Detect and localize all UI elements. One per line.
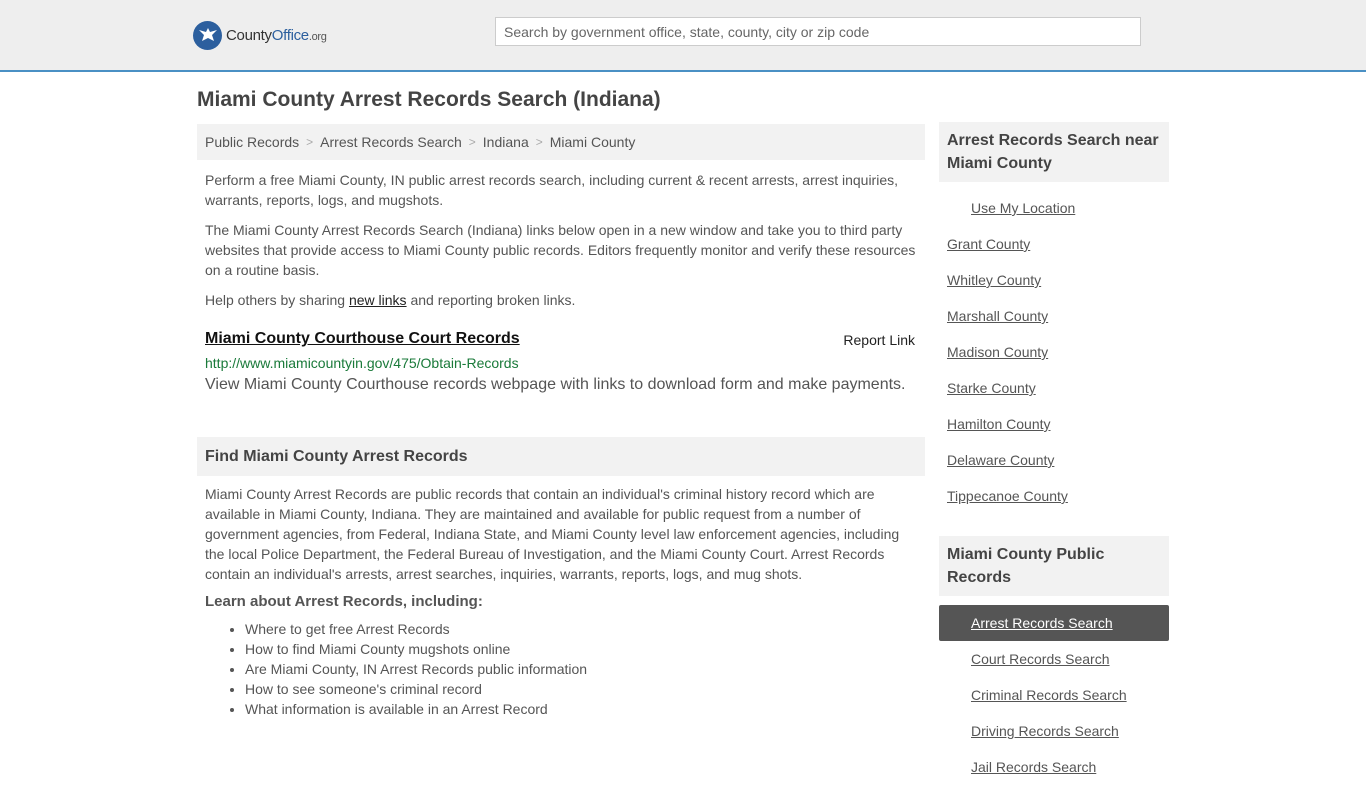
learn-heading: Learn about Arrest Records, including: [205,593,483,610]
site-logo[interactable]: CountyOffice.org [193,20,327,50]
record-title-link[interactable]: Miami County Courthouse Court Records [205,330,520,347]
sidebar-public-records: Miami County Public Records Arrest Recor… [939,536,1169,785]
record-description: View Miami County Courthouse records web… [205,376,906,393]
learn-list: Where to get free Arrest Records How to … [197,619,925,719]
sidebar-item-driving-records-search[interactable]: Driving Records Search [939,713,1169,749]
find-records-paragraph: Miami County Arrest Records are public r… [205,486,900,582]
sidebar-item-marshall-county[interactable]: Marshall County [939,298,1169,334]
find-records-heading: Find Miami County Arrest Records [197,437,925,476]
breadcrumb-separator: > [535,135,543,149]
breadcrumb-arrest-records-search[interactable]: Arrest Records Search [320,134,462,150]
sidebar-nearby-heading: Arrest Records Search near Miami County [939,122,1169,182]
list-item: Are Miami County, IN Arrest Records publ… [245,659,925,679]
sidebar-item-grant-county[interactable]: Grant County [939,226,1169,262]
breadcrumb: Public Records > Arrest Records Search >… [197,124,925,160]
page-title: Miami County Arrest Records Search (Indi… [197,88,661,111]
logo-eagle-icon [193,20,222,50]
intro-paragraph: Perform a free Miami County, IN public a… [205,172,898,208]
share-paragraph: Help others by sharing new links and rep… [205,292,576,308]
breadcrumb-public-records[interactable]: Public Records [205,134,299,150]
record-item: Miami County Courthouse Court Records Re… [197,330,925,394]
breadcrumb-miami-county[interactable]: Miami County [550,134,636,150]
breadcrumb-separator: > [468,135,476,149]
search-input[interactable] [495,17,1141,46]
sidebar-item-delaware-county[interactable]: Delaware County [939,442,1169,478]
site-header: CountyOffice.org [0,0,1366,72]
sidebar-item-tippecanoe-county[interactable]: Tippecanoe County [939,478,1169,514]
list-item: How to find Miami County mugshots online [245,639,925,659]
sidebar-item-criminal-records-search[interactable]: Criminal Records Search [939,677,1169,713]
breadcrumb-separator: > [306,135,314,149]
new-links-link[interactable]: new links [349,292,407,308]
sidebar-item-jail-records-search[interactable]: Jail Records Search [939,749,1169,785]
sidebar-public-heading: Miami County Public Records [939,536,1169,596]
sidebar-item-starke-county[interactable]: Starke County [939,370,1169,406]
sidebar-item-arrest-records-search[interactable]: Arrest Records Search [939,605,1169,641]
record-url: http://www.miamicountyin.gov/475/Obtain-… [205,355,519,371]
sidebar-item-whitley-county[interactable]: Whitley County [939,262,1169,298]
list-item: Where to get free Arrest Records [245,619,925,639]
sidebar-item-hamilton-county[interactable]: Hamilton County [939,406,1169,442]
main-content: Public Records > Arrest Records Search >… [197,124,925,719]
report-link-button[interactable]: Report Link [843,332,915,348]
use-my-location-link[interactable]: Use My Location [939,190,1169,226]
list-item: How to see someone's criminal record [245,679,925,699]
sidebar-item-madison-county[interactable]: Madison County [939,334,1169,370]
disclaimer-paragraph: The Miami County Arrest Records Search (… [205,222,916,278]
logo-text: CountyOffice.org [226,26,327,44]
sidebar-nearby: Arrest Records Search near Miami County … [939,122,1169,514]
breadcrumb-indiana[interactable]: Indiana [483,134,529,150]
sidebar-item-court-records-search[interactable]: Court Records Search [939,641,1169,677]
list-item: What information is available in an Arre… [245,699,925,719]
